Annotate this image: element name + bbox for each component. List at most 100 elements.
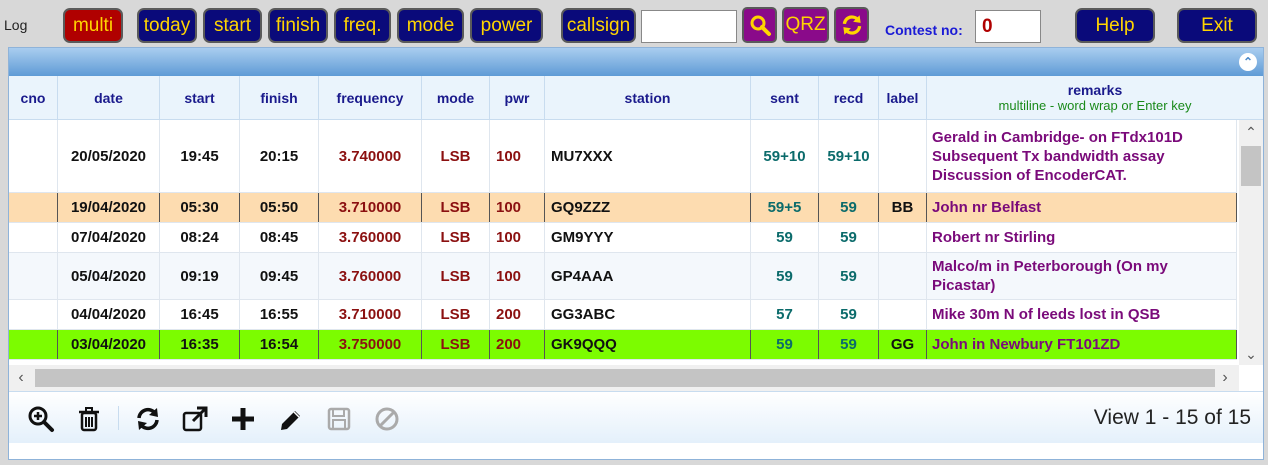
qrz-button[interactable]: QRZ bbox=[782, 7, 829, 43]
table-row[interactable]: 19/04/2020 05:30 05:50 3.710000 LSB 100 GQ9ZZZ… bbox=[9, 193, 1237, 223]
col-header-date[interactable]: date bbox=[58, 76, 160, 120]
col-header-station[interactable]: station bbox=[545, 76, 751, 120]
cancel-icon bbox=[375, 407, 399, 431]
col-header-label[interactable]: label bbox=[879, 76, 927, 120]
cell-recd: 59+10 bbox=[819, 120, 879, 192]
cell-remarks: John nr Belfast bbox=[927, 193, 1237, 222]
grid-pager: View 1 - 15 of 15 bbox=[9, 391, 1263, 443]
cell-start: 16:35 bbox=[160, 330, 240, 359]
scroll-up-icon[interactable]: ⌃ bbox=[1239, 122, 1263, 142]
cell-recd: 59 bbox=[819, 223, 879, 252]
cell-mode: LSB bbox=[422, 223, 490, 252]
remarks-line: Robert nr Stirling bbox=[932, 229, 1056, 246]
col-header-finish[interactable]: finish bbox=[240, 76, 319, 120]
remarks-line: John nr Belfast bbox=[932, 199, 1042, 216]
cell-date: 03/04/2020 bbox=[58, 330, 160, 359]
cell-mode: LSB bbox=[422, 253, 490, 299]
cell-frequency: 3.740000 bbox=[319, 120, 422, 192]
col-header-pwr[interactable]: pwr bbox=[490, 76, 545, 120]
finish-button[interactable]: finish bbox=[268, 8, 328, 43]
scroll-down-icon[interactable]: ⌄ bbox=[1239, 344, 1263, 364]
cell-sent: 59 bbox=[751, 330, 819, 359]
scroll-right-icon[interactable]: › bbox=[1213, 365, 1237, 391]
table-row[interactable]: 05/04/2020 09:19 09:45 3.760000 LSB 100 GP4AAA… bbox=[9, 253, 1237, 300]
col-header-start[interactable]: start bbox=[160, 76, 240, 120]
cell-label: BB bbox=[879, 193, 927, 222]
reload-icon[interactable] bbox=[134, 405, 162, 433]
log-label: Log bbox=[4, 17, 28, 33]
cell-start: 19:45 bbox=[160, 120, 240, 192]
cell-pwr: 200 bbox=[490, 300, 545, 329]
cell-frequency: 3.760000 bbox=[319, 223, 422, 252]
cell-frequency: 3.750000 bbox=[319, 330, 422, 359]
col-header-mode[interactable]: mode bbox=[422, 76, 490, 120]
trash-icon[interactable] bbox=[75, 405, 103, 433]
add-icon[interactable] bbox=[229, 405, 257, 433]
callsign-input[interactable] bbox=[641, 10, 737, 43]
multi-button[interactable]: multi bbox=[63, 8, 123, 43]
remarks-line: John in Newbury FT101ZD bbox=[932, 336, 1121, 353]
cell-remarks: John in Newbury FT101ZD bbox=[927, 330, 1237, 359]
contest-no-label: Contest no: bbox=[885, 22, 963, 38]
cell-frequency: 3.710000 bbox=[319, 300, 422, 329]
cell-cno bbox=[9, 223, 58, 252]
cell-label bbox=[879, 223, 927, 252]
cell-finish: 05:50 bbox=[240, 193, 319, 222]
cell-pwr: 100 bbox=[490, 193, 545, 222]
search-button[interactable] bbox=[742, 7, 777, 43]
cell-frequency: 3.710000 bbox=[319, 193, 422, 222]
cell-recd: 59 bbox=[819, 300, 879, 329]
horizontal-scrollbar[interactable]: ‹ › bbox=[9, 365, 1239, 391]
table-row[interactable]: 03/04/2020 16:35 16:54 3.750000 LSB 200 GK9QQQ… bbox=[9, 330, 1237, 360]
today-button[interactable]: today bbox=[137, 8, 197, 43]
remarks-line: Discussion of EncoderCAT. bbox=[932, 166, 1127, 184]
remarks-line: Mike 30m N of leeds lost in QSB bbox=[932, 306, 1161, 323]
cell-date: 20/05/2020 bbox=[58, 120, 160, 192]
table-row[interactable]: 20/05/2020 19:45 20:15 3.740000 LSB 100 MU7XXX… bbox=[9, 120, 1237, 193]
top-toolbar: Log multi today start finish freq. mode … bbox=[0, 0, 1268, 48]
cell-pwr: 200 bbox=[490, 330, 545, 359]
cell-finish: 09:45 bbox=[240, 253, 319, 299]
contest-no-input[interactable]: 0 bbox=[975, 10, 1041, 43]
col-header-cno[interactable]: cno bbox=[9, 76, 58, 120]
refresh-callsign-button[interactable] bbox=[834, 7, 869, 43]
cell-sent: 59 bbox=[751, 223, 819, 252]
cell-start: 09:19 bbox=[160, 253, 240, 299]
cell-finish: 20:15 bbox=[240, 120, 319, 192]
freq-button[interactable]: freq. bbox=[334, 8, 391, 43]
mode-button[interactable]: mode bbox=[397, 8, 464, 43]
col-header-sent[interactable]: sent bbox=[751, 76, 819, 120]
start-button[interactable]: start bbox=[203, 8, 262, 43]
help-button[interactable]: Help bbox=[1075, 8, 1155, 43]
horizontal-scroll-thumb[interactable] bbox=[35, 369, 1215, 387]
cell-recd: 59 bbox=[819, 330, 879, 359]
col-header-frequency[interactable]: frequency bbox=[319, 76, 422, 120]
vertical-scrollbar[interactable]: ⌃ ⌄ bbox=[1239, 120, 1263, 365]
table-row[interactable]: 07/04/2020 08:24 08:45 3.760000 LSB 100 GM9YYY… bbox=[9, 223, 1237, 253]
cell-label bbox=[879, 300, 927, 329]
refresh-icon bbox=[842, 15, 861, 35]
cell-date: 07/04/2020 bbox=[58, 223, 160, 252]
cell-label bbox=[879, 120, 927, 192]
external-link-icon[interactable] bbox=[181, 405, 209, 433]
cell-station: GP4AAA bbox=[545, 253, 751, 299]
table-row[interactable]: 04/04/2020 16:45 16:55 3.710000 LSB 200 GG3ABC… bbox=[9, 300, 1237, 330]
grid-header: cno date start finish frequency mode pwr… bbox=[9, 76, 1263, 120]
col-header-remarks[interactable]: remarks multiline - word wrap or Enter k… bbox=[927, 76, 1263, 120]
edit-pencil-icon[interactable] bbox=[277, 405, 305, 433]
cell-recd: 59 bbox=[819, 253, 879, 299]
cell-mode: LSB bbox=[422, 193, 490, 222]
collapse-icon[interactable]: ⌃ bbox=[1239, 53, 1257, 71]
cell-start: 05:30 bbox=[160, 193, 240, 222]
save-icon bbox=[327, 407, 351, 431]
callsign-button[interactable]: callsign bbox=[561, 8, 636, 43]
cell-frequency: 3.760000 bbox=[319, 253, 422, 299]
log-grid-panel: ⌃ cno date start finish frequency mode p… bbox=[8, 47, 1264, 460]
power-button[interactable]: power bbox=[470, 8, 543, 43]
vertical-scroll-thumb[interactable] bbox=[1241, 146, 1261, 186]
zoom-search-icon[interactable] bbox=[27, 405, 55, 433]
exit-button[interactable]: Exit bbox=[1177, 8, 1257, 43]
cell-finish: 16:54 bbox=[240, 330, 319, 359]
scroll-left-icon[interactable]: ‹ bbox=[9, 365, 33, 391]
col-header-recd[interactable]: recd bbox=[819, 76, 879, 120]
